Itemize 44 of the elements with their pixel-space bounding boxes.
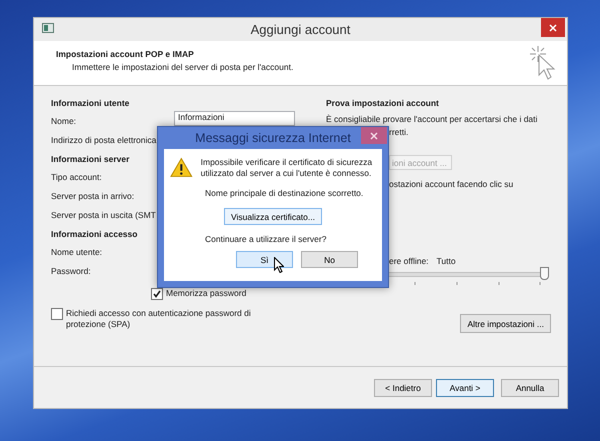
section-heading: Informazioni server [51,154,130,166]
field-label: Nome utente: [51,247,104,259]
close-button[interactable] [361,127,387,144]
close-icon [549,24,557,32]
field-label: Nome: [51,116,78,128]
header-subtitle: Immettere le impostazioni del server di posta per l'account. [71,62,294,72]
checkbox-label: Richiedi accesso con autenticazione password di protezione (SPA) [66,308,252,330]
offline-label: ere offline: [389,256,429,266]
footer-button[interactable]: Annulla [501,378,559,396]
warning-icon [170,157,193,178]
section-heading: Prova impostazioni account [326,98,439,110]
dialog-title: Messaggi sicurezza Internet [195,131,351,145]
section-heading: Informazioni accesso [51,229,138,241]
section-heading: Informazioni utente [51,98,130,110]
description-text: rretti. [389,126,408,139]
field-label: Server posta in uscita (SMT [51,210,157,222]
checkbox-label: Memorizza password [166,288,248,299]
dialog-button[interactable]: No [301,251,358,268]
dialog-button[interactable]: Sì [236,251,293,268]
close-button[interactable] [541,18,565,37]
dialog-question: Continuare a utilizzare il server? [205,234,326,244]
checkbox[interactable] [51,308,63,320]
more-settings-button[interactable]: Altre impostazioni ... [460,314,551,333]
mail-icon [42,23,54,33]
view-certificate-button[interactable]: Visualizza certificato... [224,208,322,225]
input-field[interactable]: Informazioni [174,111,295,126]
dialog-detail: Nome principale di destinazione scorretto. [205,188,364,198]
mouse-cursor-icon [274,257,284,273]
field-label: Password: [51,266,92,278]
footer-button[interactable]: < Indietro [374,378,432,396]
field-label: Indirizzo di posta elettronica: [51,135,160,147]
dialog-message: Impossibile verificare il certificato di sicurezza utilizzato dal server a cui l'utente è connesso. [200,157,374,179]
header-title: Impostazioni account POP e IMAP [56,49,195,59]
checkbox[interactable] [151,288,163,300]
footer-button[interactable]: Avanti > [436,378,494,396]
pointer-icon [529,45,557,81]
slider-thumb[interactable] [540,267,549,280]
close-icon [370,132,378,140]
note-text: ostazioni account facendo clic su [389,178,514,191]
field-label: Server posta in arrivo: [51,191,136,203]
description-text: È consigliabile provare l'account per accertarsi che i dati [326,113,538,126]
window-title: Aggiungi account [250,22,350,37]
field-label: Tipo account: [51,172,103,184]
offline-value: Tutto [436,256,456,266]
